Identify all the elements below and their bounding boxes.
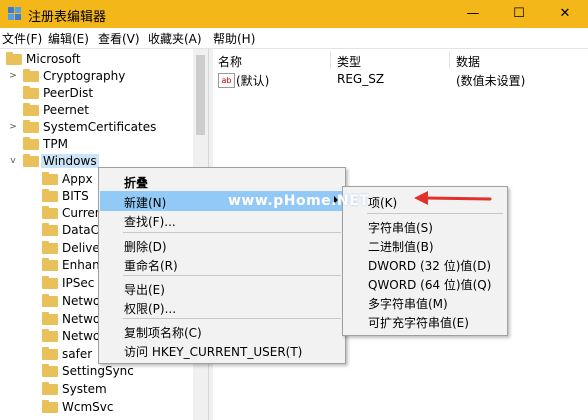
folder-icon bbox=[42, 364, 58, 377]
tree-item-microsoft[interactable]: Microsoft bbox=[0, 51, 193, 68]
menu-item-goto-hkcu[interactable]: 访问 HKEY_CURRENT_USER(T) bbox=[100, 340, 344, 360]
folder-icon bbox=[23, 137, 39, 150]
menu-item-rename[interactable]: 重命名(R) bbox=[100, 254, 344, 274]
folder-icon bbox=[42, 276, 58, 289]
folder-icon bbox=[23, 103, 39, 116]
folder-icon bbox=[42, 347, 58, 360]
string-value-icon: ab bbox=[218, 73, 235, 88]
column-separator[interactable] bbox=[330, 51, 331, 69]
tree-item-settingsync[interactable]: SettingSync bbox=[0, 363, 193, 380]
maximize-button[interactable]: ☐ bbox=[496, 0, 542, 28]
title-bar: 注册表编辑器 — ☐ ✕ bbox=[0, 0, 588, 28]
menu-item-find[interactable]: 查找(F)... bbox=[100, 210, 344, 230]
column-header-data[interactable]: 数据 bbox=[456, 53, 480, 70]
menu-separator bbox=[123, 232, 341, 233]
menu-item-permissions[interactable]: 权限(P)... bbox=[100, 297, 344, 317]
folder-icon bbox=[6, 52, 22, 65]
folder-icon bbox=[42, 241, 58, 254]
submenu-item-multi-string-value[interactable]: 多字符串值(M) bbox=[344, 292, 506, 312]
menu-bar: 文件(F) 编辑(E) 查看(V) 收藏夹(A) 帮助(H) bbox=[0, 28, 588, 48]
window-title: 注册表编辑器 bbox=[28, 10, 107, 25]
menu-favorites[interactable]: 收藏夹(A) bbox=[148, 30, 202, 47]
folder-icon bbox=[23, 69, 39, 82]
submenu-item-expandable-string-value[interactable]: 可扩充字符串值(E) bbox=[344, 311, 506, 331]
tree-item-peernet[interactable]: Peernet bbox=[0, 102, 193, 119]
menu-file[interactable]: 文件(F) bbox=[2, 30, 42, 47]
registry-editor-icon bbox=[8, 7, 21, 20]
submenu-item-binary-value[interactable]: 二进制值(B) bbox=[344, 235, 506, 255]
menu-separator bbox=[123, 275, 341, 276]
menu-help[interactable]: 帮助(H) bbox=[213, 30, 255, 47]
tree-item-system[interactable]: System bbox=[0, 381, 193, 398]
scrollbar-thumb[interactable] bbox=[196, 55, 205, 135]
menu-edit[interactable]: 编辑(E) bbox=[48, 30, 89, 47]
menu-separator bbox=[367, 213, 503, 214]
watermark: www.pHome.NET bbox=[228, 193, 370, 209]
collapse-icon[interactable]: v bbox=[8, 153, 18, 170]
value-name[interactable]: (默认) bbox=[236, 72, 269, 89]
folder-icon bbox=[42, 294, 58, 307]
submenu-item-dword-value[interactable]: DWORD (32 位)值(D) bbox=[344, 254, 506, 274]
tree-item-tpm[interactable]: TPM bbox=[0, 136, 193, 153]
tree-item-wcmsvc[interactable]: WcmSvc bbox=[0, 399, 193, 416]
submenu-item-qword-value[interactable]: QWORD (64 位)值(Q) bbox=[344, 273, 506, 293]
red-arrow-icon bbox=[414, 191, 492, 205]
menu-item-copy-key-name[interactable]: 复制项名称(C) bbox=[100, 321, 344, 341]
submenu-item-string-value[interactable]: 字符串值(S) bbox=[344, 216, 506, 236]
expand-icon[interactable]: > bbox=[8, 119, 18, 136]
folder-icon bbox=[42, 329, 58, 342]
folder-icon bbox=[42, 172, 58, 185]
value-type[interactable]: REG_SZ bbox=[337, 72, 384, 86]
folder-icon bbox=[42, 312, 58, 325]
tree-item-peerdist[interactable]: PeerDist bbox=[0, 85, 193, 102]
column-header-type[interactable]: 类型 bbox=[337, 53, 361, 70]
folder-icon bbox=[42, 189, 58, 202]
tree-item-systemcertificates[interactable]: > SystemCertificates bbox=[0, 119, 193, 136]
folder-icon bbox=[42, 258, 58, 271]
column-header-name[interactable]: 名称 bbox=[218, 53, 242, 70]
minimize-button[interactable]: — bbox=[450, 0, 496, 28]
folder-icon bbox=[42, 223, 58, 236]
column-separator[interactable] bbox=[449, 51, 450, 69]
folder-icon bbox=[42, 382, 58, 395]
menu-separator bbox=[123, 318, 341, 319]
menu-item-export[interactable]: 导出(E) bbox=[100, 278, 344, 298]
menu-item-delete[interactable]: 删除(D) bbox=[100, 235, 344, 255]
tree-item-cryptography[interactable]: > Cryptography bbox=[0, 68, 193, 85]
folder-icon bbox=[23, 120, 39, 133]
close-button[interactable]: ✕ bbox=[542, 0, 588, 28]
folder-icon bbox=[42, 400, 58, 413]
menu-item-collapse[interactable]: 折叠 bbox=[100, 171, 344, 191]
folder-icon bbox=[23, 86, 39, 99]
folder-icon bbox=[23, 154, 39, 167]
folder-icon bbox=[42, 206, 58, 219]
expand-icon[interactable]: > bbox=[8, 68, 18, 85]
value-data[interactable]: (数值未设置) bbox=[456, 72, 525, 89]
menu-view[interactable]: 查看(V) bbox=[98, 30, 140, 47]
